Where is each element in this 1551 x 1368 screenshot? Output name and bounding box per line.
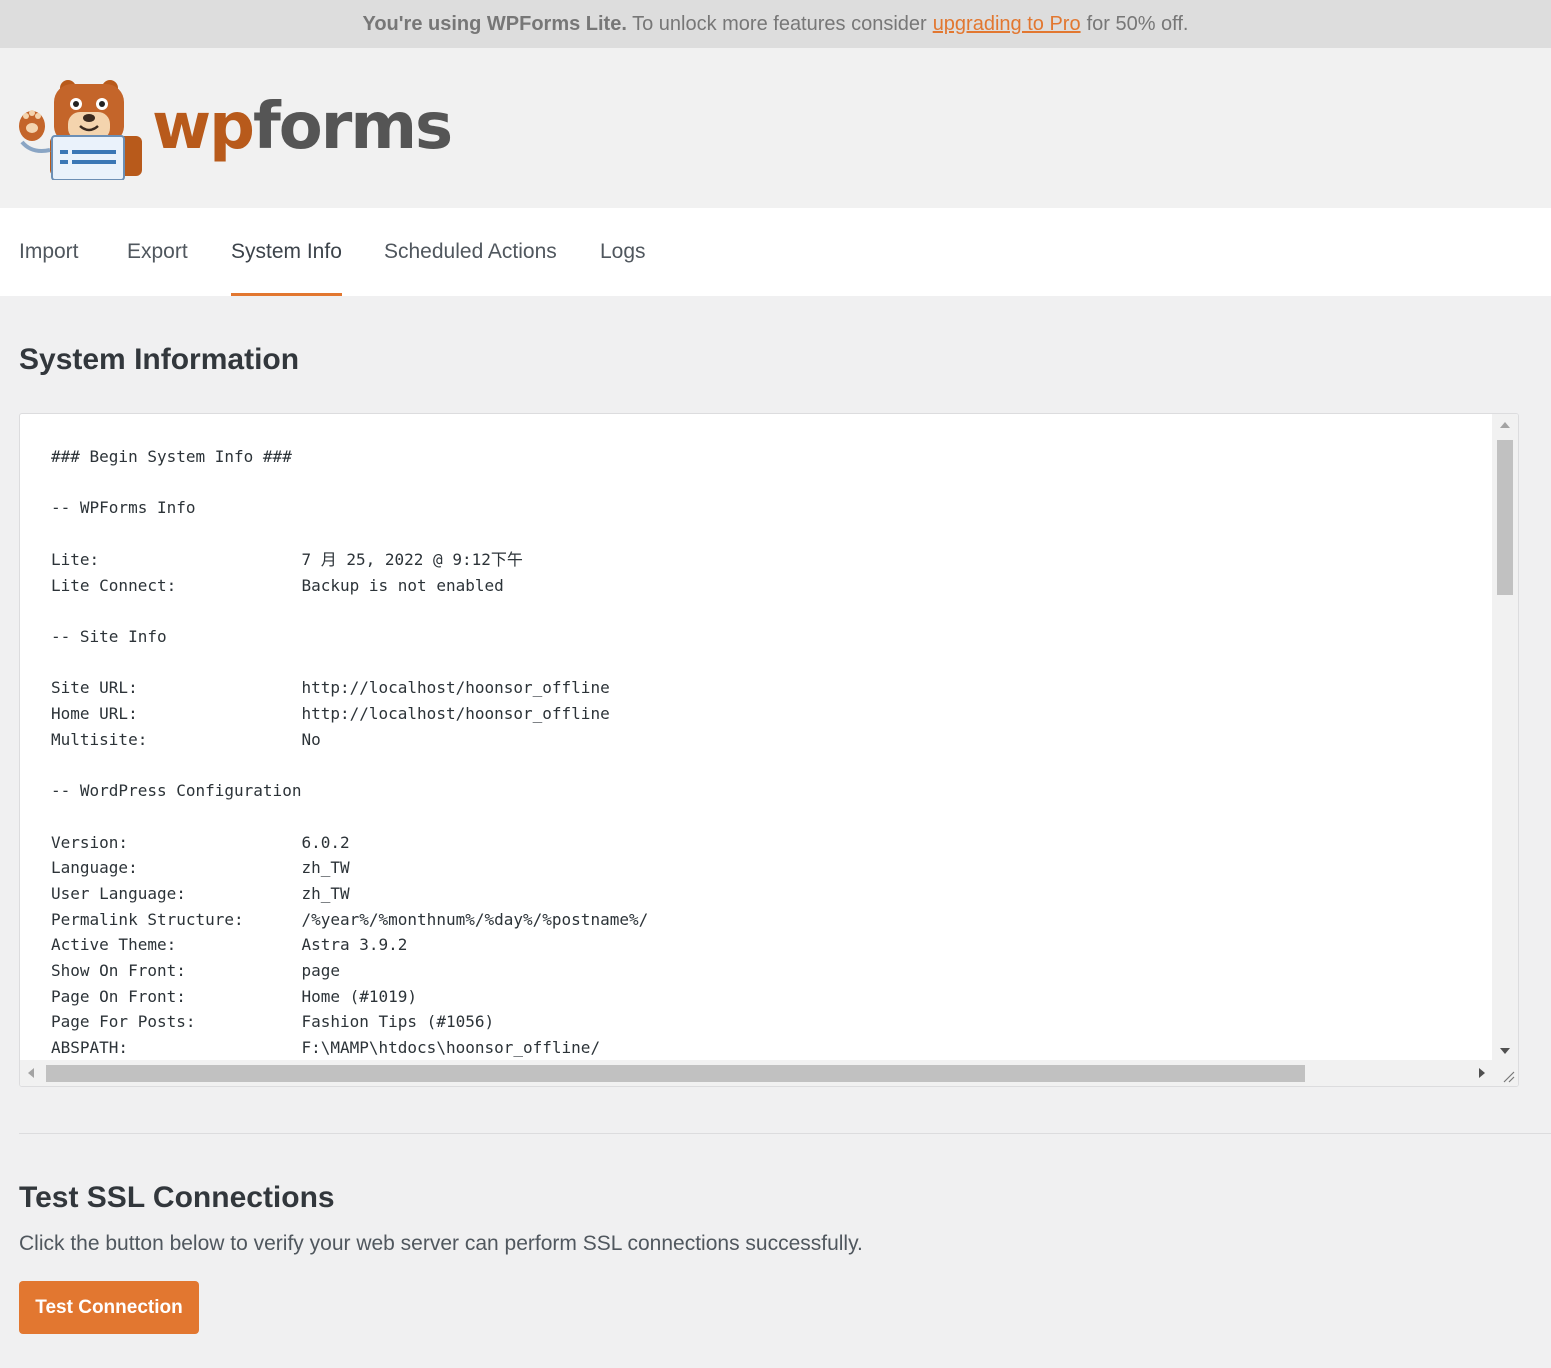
tab-system-info[interactable]: System Info bbox=[231, 208, 342, 296]
upgrade-notice-bar: You're using WPForms Lite. To unlock mor… bbox=[0, 0, 1551, 48]
wpforms-wordmark: wpforms bbox=[152, 90, 453, 164]
upgrade-to-pro-link[interactable]: upgrading to Pro bbox=[933, 13, 1081, 36]
tools-tabs: Import Export System Info Scheduled Acti… bbox=[0, 208, 1551, 296]
tab-logs[interactable]: Logs bbox=[600, 208, 646, 296]
page-header: wpforms bbox=[0, 48, 1551, 208]
notice-text: To unlock more features consider bbox=[626, 12, 927, 35]
tab-import[interactable]: Import bbox=[19, 208, 79, 296]
scroll-left-arrow-icon[interactable] bbox=[28, 1068, 34, 1078]
test-ssl-description: Click the button below to verify your we… bbox=[19, 1232, 863, 1255]
section-divider bbox=[19, 1133, 1551, 1134]
tab-scheduled-actions[interactable]: Scheduled Actions bbox=[384, 208, 557, 296]
resize-handle-icon[interactable] bbox=[1492, 1060, 1518, 1086]
notice-bold-text: You're using WPForms Lite. bbox=[362, 12, 627, 35]
horizontal-scrollbar[interactable] bbox=[20, 1060, 1493, 1086]
logo-wp-text: wp bbox=[152, 90, 255, 164]
test-ssl-title: Test SSL Connections bbox=[19, 1181, 335, 1214]
vertical-scrollbar[interactable] bbox=[1492, 414, 1518, 1062]
notice-suffix-text: for 50% off. bbox=[1086, 12, 1189, 35]
wpforms-logo: wpforms bbox=[18, 76, 453, 180]
system-info-textarea[interactable]: ### Begin System Info ### -- WPForms Inf… bbox=[19, 413, 1519, 1087]
bear-mascot-icon bbox=[19, 80, 142, 180]
system-information-title: System Information bbox=[19, 343, 300, 376]
scroll-right-arrow-icon[interactable] bbox=[1479, 1068, 1485, 1078]
scroll-up-arrow-icon[interactable] bbox=[1500, 422, 1510, 428]
test-connection-button[interactable]: Test Connection bbox=[19, 1281, 199, 1334]
horizontal-scroll-thumb[interactable] bbox=[46, 1065, 1305, 1082]
system-info-content: ### Begin System Info ### -- WPForms Inf… bbox=[51, 447, 649, 1058]
scroll-down-arrow-icon[interactable] bbox=[1500, 1048, 1510, 1054]
tab-export[interactable]: Export bbox=[127, 208, 188, 296]
logo-forms-text: forms bbox=[252, 90, 453, 164]
vertical-scroll-thumb[interactable] bbox=[1497, 440, 1513, 595]
